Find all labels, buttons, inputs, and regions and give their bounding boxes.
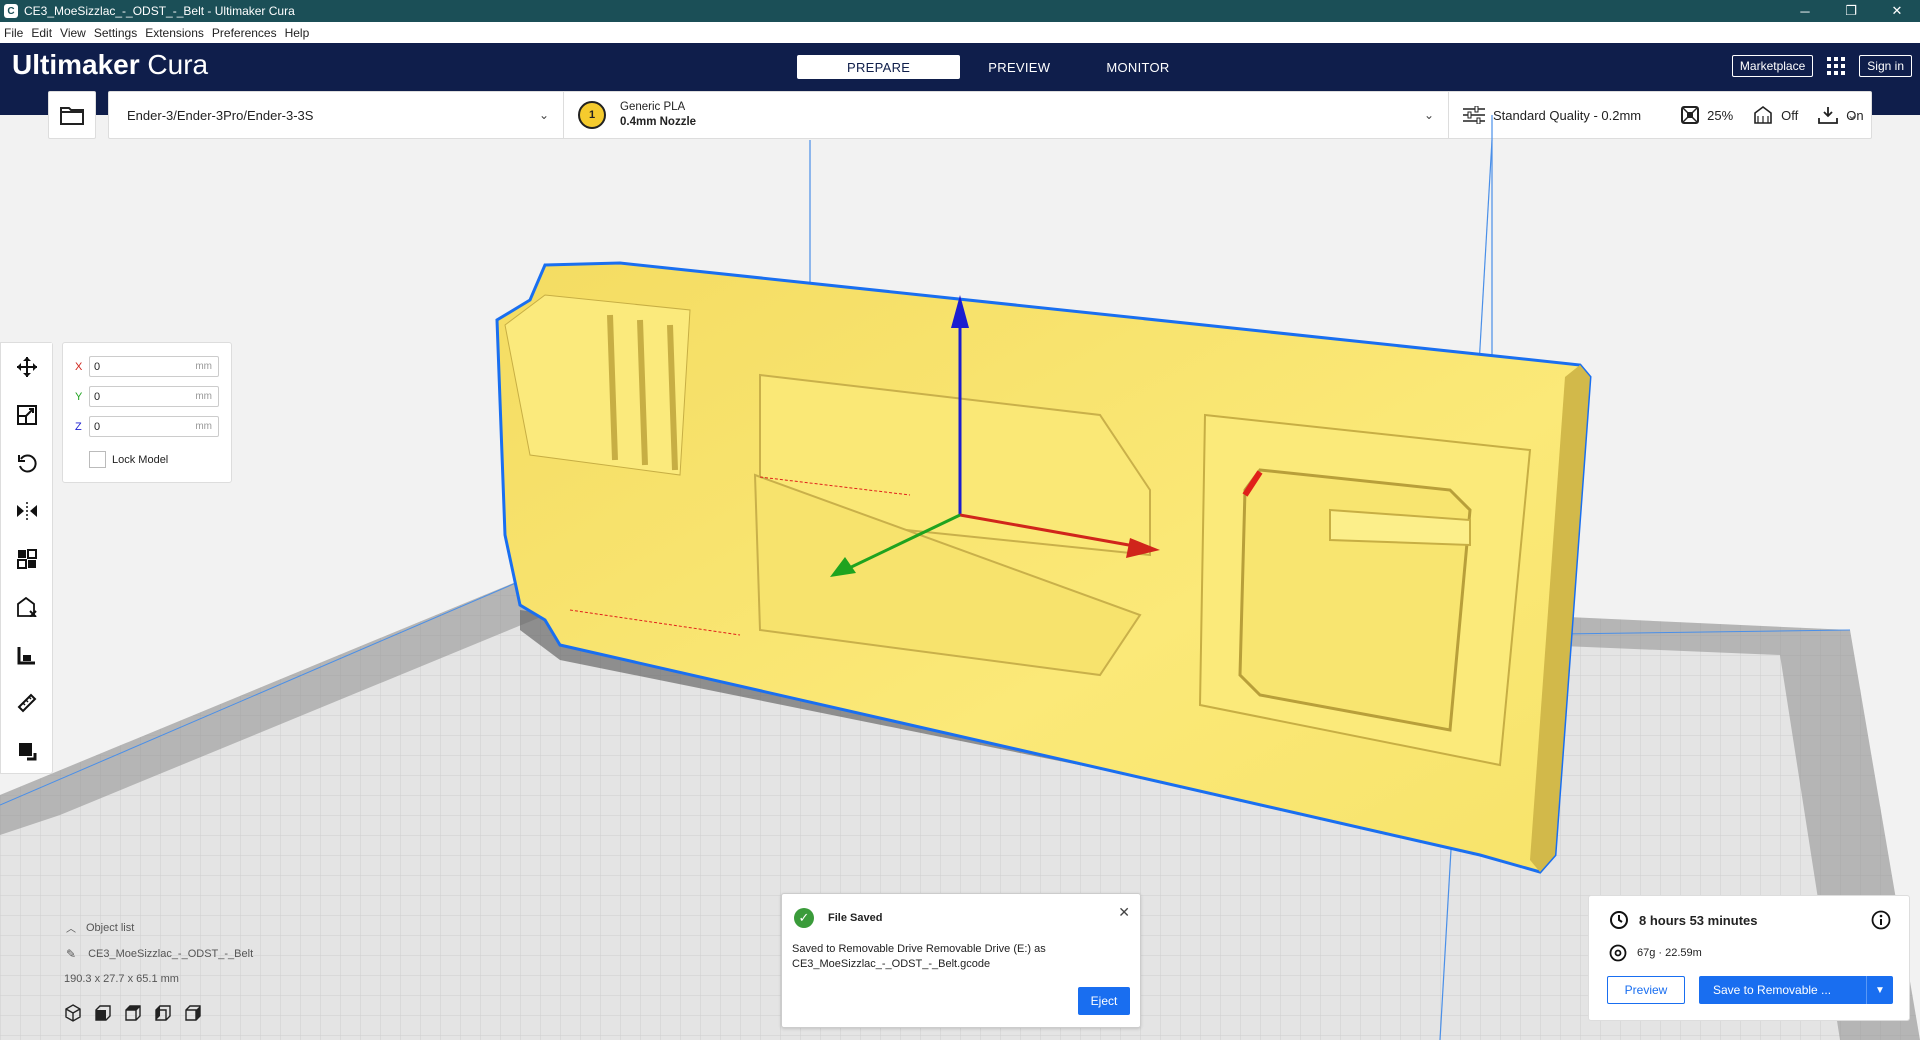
brand-light: Cura: [147, 49, 209, 80]
right-view-icon[interactable]: [184, 1004, 202, 1022]
per-model-settings-icon: [16, 549, 37, 569]
material-estimate: 67g · 22.59m: [1637, 947, 1702, 959]
object-list-title: Object list: [86, 921, 135, 934]
info-icon[interactable]: [1871, 910, 1891, 935]
scale-tool-button[interactable]: [1, 391, 52, 439]
front-view-icon[interactable]: [94, 1004, 112, 1022]
top-view-icon[interactable]: [124, 1004, 142, 1022]
mirror-icon: [16, 502, 37, 520]
restore-icon[interactable]: ❐: [1828, 0, 1874, 22]
checkmark-icon: ✓: [794, 908, 814, 928]
lay-flat-icon: [17, 647, 35, 665]
custom-support-icon: [18, 743, 36, 761]
object-dimensions: 190.3 x 27.7 x 65.1 mm: [64, 973, 179, 985]
support-blocker-button[interactable]: [1, 583, 52, 631]
preview-button[interactable]: Preview: [1607, 976, 1685, 1004]
close-icon[interactable]: ✕: [1118, 904, 1130, 921]
scale-icon: [16, 405, 37, 425]
brand-bold: Ultimaker: [12, 49, 140, 80]
lock-model-label: Lock Model: [112, 453, 169, 466]
tab-monitor[interactable]: MONITOR: [1078, 55, 1197, 79]
tab-prepare[interactable]: PREPARE: [797, 55, 961, 79]
y-axis-label: Y: [75, 390, 83, 403]
z-unit: mm: [195, 421, 212, 432]
file-saved-notification: ✓ File Saved ✕ Saved to Removable Drive …: [781, 893, 1141, 1028]
mirror-tool-button[interactable]: [1, 487, 52, 535]
y-position-value: 0: [94, 390, 101, 403]
notification-message-line1: Saved to Removable Drive Removable Drive…: [792, 943, 1046, 955]
custom-support-button[interactable]: [1, 727, 52, 775]
minimize-icon[interactable]: ─: [1782, 0, 1828, 22]
move-tool-panel: X 0 mm Y 0 mm Z 0 mm Lock Model: [62, 342, 232, 483]
menu-settings[interactable]: Settings: [90, 26, 141, 40]
menu-help[interactable]: Help: [281, 26, 314, 40]
notification-title: File Saved: [828, 912, 883, 924]
spool-icon: [1609, 944, 1627, 962]
y-position-field[interactable]: 0 mm: [89, 386, 219, 407]
x-position-value: 0: [94, 360, 101, 373]
menu-extensions[interactable]: Extensions: [141, 26, 208, 40]
y-unit: mm: [195, 391, 212, 402]
object-list-toggle[interactable]: ︿ Object list: [66, 920, 253, 936]
z-axis-label: Z: [75, 420, 82, 433]
x-unit: mm: [195, 361, 212, 372]
menu-preferences[interactable]: Preferences: [208, 26, 281, 40]
apps-grid-icon[interactable]: [1827, 57, 1846, 75]
print-time: 8 hours 53 minutes: [1639, 912, 1758, 928]
object-name: CE3_MoeSizzlac_-_ODST_-_Belt: [88, 948, 254, 960]
z-position-value: 0: [94, 420, 101, 433]
eject-button[interactable]: Eject: [1078, 987, 1130, 1015]
x-axis-label: X: [75, 360, 83, 373]
support-blocker-icon: [16, 597, 37, 617]
material-name: Generic PLA: [620, 101, 686, 113]
brand-logo: Ultimaker Cura: [12, 49, 208, 81]
lay-flat-button[interactable]: [1, 631, 52, 679]
move-icon: [16, 357, 37, 377]
x-position-field[interactable]: 0 mm: [89, 356, 219, 377]
menu-file[interactable]: File: [0, 26, 27, 40]
move-tool-button[interactable]: [1, 343, 52, 391]
rotate-icon: [17, 454, 37, 473]
object-list: ︿ Object list ✎ CE3_MoeSizzlac_-_ODST_-_…: [56, 920, 254, 986]
clock-icon: [1610, 911, 1628, 929]
menu-edit[interactable]: Edit: [27, 26, 56, 40]
menubar: File Edit View Settings Extensions Prefe…: [0, 22, 1920, 43]
close-window-icon[interactable]: ✕: [1874, 0, 1920, 22]
marketplace-button[interactable]: Marketplace: [1731, 55, 1814, 77]
signin-button[interactable]: Sign in: [1859, 55, 1912, 77]
window-title: CE3_MoeSizzlac_-_ODST_-_Belt - Ultimaker…: [24, 4, 295, 18]
lock-model-option[interactable]: Lock Model: [89, 451, 168, 468]
window-titlebar: C CE3_MoeSizzlac_-_ODST_-_Belt - Ultimak…: [0, 0, 1920, 22]
pencil-icon[interactable]: ✎: [66, 947, 76, 961]
chevron-down-icon[interactable]: ▼: [1866, 976, 1893, 1004]
camera-view-buttons: [64, 1004, 202, 1022]
rotate-tool-button[interactable]: [1, 439, 52, 487]
measure-tool-button[interactable]: [1, 679, 52, 727]
stage-tabs: PREPARE PREVIEW MONITOR: [797, 55, 1198, 79]
print-action-panel: 8 hours 53 minutes 67g · 22.59m Preview …: [1588, 895, 1910, 1021]
notification-message: Saved to Removable Drive Removable Drive…: [792, 942, 1122, 972]
lock-model-checkbox[interactable]: [89, 451, 106, 468]
per-model-settings-button[interactable]: [1, 535, 52, 583]
save-to-removable-button[interactable]: Save to Removable ... ▼: [1699, 976, 1893, 1004]
tool-palette: [0, 342, 53, 774]
menu-view[interactable]: View: [56, 26, 90, 40]
save-button-label: Save to Removable ...: [1713, 983, 1832, 997]
notification-message-line2: CE3_MoeSizzlac_-_ODST_-_Belt.gcode: [792, 958, 991, 970]
tab-preview[interactable]: PREVIEW: [960, 55, 1078, 79]
3d-view-icon[interactable]: [64, 1004, 82, 1022]
z-position-field[interactable]: 0 mm: [89, 416, 219, 437]
cura-app-icon: C: [4, 4, 18, 18]
left-view-icon[interactable]: [154, 1004, 172, 1022]
chevron-up-icon: ︿: [66, 924, 76, 935]
measure-icon: [17, 693, 36, 713]
